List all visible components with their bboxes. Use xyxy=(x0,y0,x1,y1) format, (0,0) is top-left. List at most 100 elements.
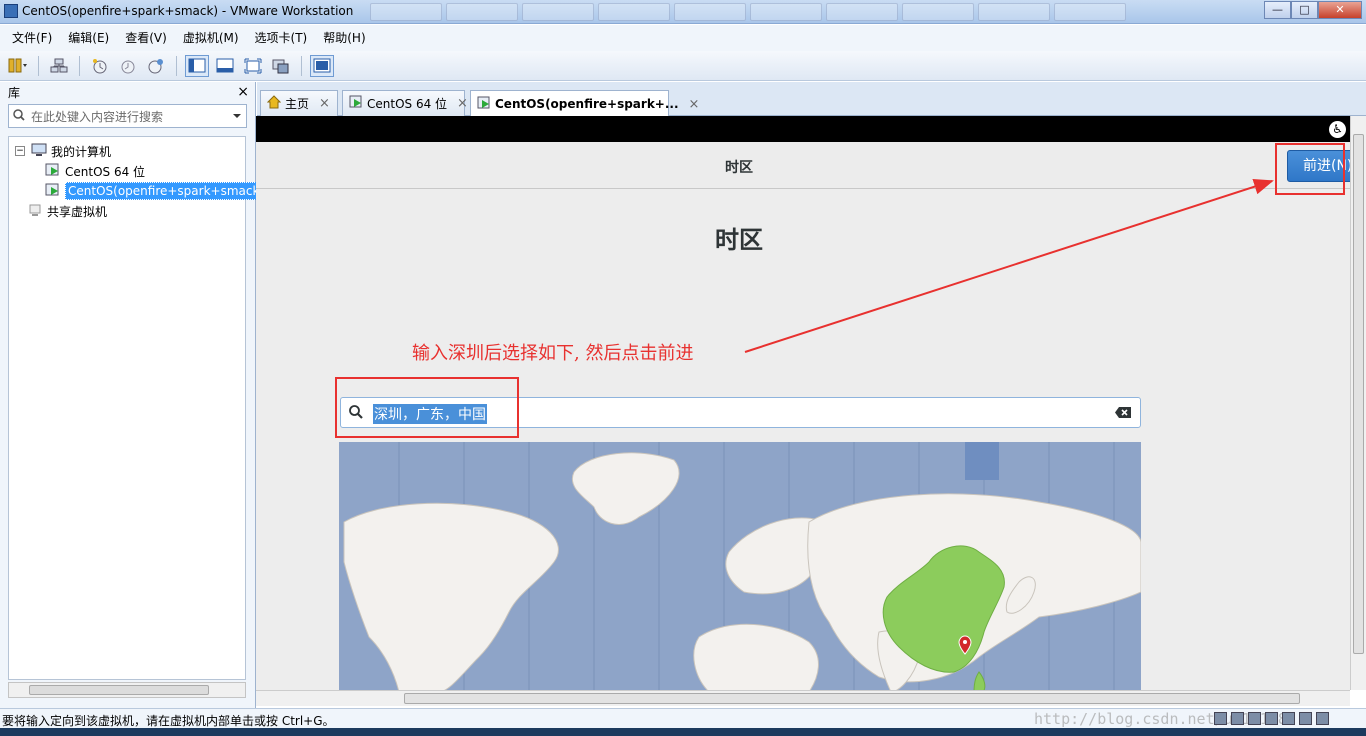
annotation-text: 输入深圳后选择如下, 然后点击前进 xyxy=(412,343,694,364)
scrollbar-thumb[interactable] xyxy=(1353,134,1364,654)
gnome-top-bar: ♿ xyxy=(256,116,1350,142)
tree-item-label: CentOS 64 位 xyxy=(65,164,146,179)
ghost-tab xyxy=(370,3,442,21)
menu-edit[interactable]: 编辑(E) xyxy=(60,25,117,51)
library-search-input[interactable]: 在此处键入内容进行搜索 xyxy=(8,104,247,128)
tree-item-label: 我的计算机 xyxy=(51,144,112,159)
network-icon[interactable] xyxy=(1248,712,1261,725)
status-message: 要将输入定向到该虚拟机，请在虚拟机内部单击或按 Ctrl+G。 xyxy=(2,714,335,728)
ghost-tab xyxy=(826,3,898,21)
tree-item-shared-vms[interactable]: 共享虚拟机 xyxy=(9,201,245,221)
ghost-tab xyxy=(978,3,1050,21)
close-library-icon[interactable]: × xyxy=(237,84,249,100)
close-tab-icon[interactable]: × xyxy=(457,96,468,111)
hard-disk-icon[interactable] xyxy=(1214,712,1227,725)
window-title: CentOS(openfire+spark+smack) - VMware Wo… xyxy=(22,4,354,18)
ghost-tab xyxy=(902,3,974,21)
menu-vm[interactable]: 虚拟机(M) xyxy=(175,25,247,51)
show-library-icon[interactable] xyxy=(185,54,209,77)
status-bar: 要将输入定向到该虚拟机，请在虚拟机内部单击或按 Ctrl+G。 http://b… xyxy=(0,708,1366,728)
ghost-tab xyxy=(522,3,594,21)
revert-snapshot-icon[interactable] xyxy=(116,55,140,77)
ghost-tab xyxy=(446,3,518,21)
tree-item-label: CentOS(openfire+spark+smack) xyxy=(65,182,268,200)
scrollbar-thumb[interactable] xyxy=(29,685,209,695)
tab-home[interactable]: 主页 × xyxy=(260,90,338,116)
accessibility-icon[interactable]: ♿ xyxy=(1329,121,1346,138)
send-ctrl-alt-del-icon[interactable] xyxy=(47,55,71,77)
usb-icon[interactable] xyxy=(1265,712,1278,725)
collapse-icon[interactable]: − xyxy=(15,146,25,156)
menu-view[interactable]: 查看(V) xyxy=(117,25,175,51)
tab-bar: 主页 × CentOS 64 位 × CentOS(openfire+spark… xyxy=(257,82,1366,117)
vm-running-icon xyxy=(349,95,363,112)
shared-vm-icon xyxy=(27,203,43,220)
menu-help[interactable]: 帮助(H) xyxy=(315,25,373,51)
library-title: 库 xyxy=(8,85,21,100)
display-icon[interactable] xyxy=(1316,712,1329,725)
menu-bar: 文件(F) 编辑(E) 查看(V) 虚拟机(M) 选项卡(T) 帮助(H) xyxy=(0,25,1366,51)
library-horizontal-scrollbar[interactable] xyxy=(8,682,246,698)
taskbar-preview-strip xyxy=(370,3,1250,21)
computer-icon xyxy=(31,143,47,160)
cd-drive-icon[interactable] xyxy=(1231,712,1244,725)
menu-tabs[interactable]: 选项卡(T) xyxy=(247,25,316,51)
vm-running-icon xyxy=(45,163,61,180)
title-bar: CentOS(openfire+spark+smack) - VMware Wo… xyxy=(0,0,1366,24)
timezone-world-map[interactable] xyxy=(339,442,1141,690)
vm-horizontal-scrollbar[interactable] xyxy=(256,690,1350,706)
header-title: 时区 xyxy=(725,160,753,176)
menu-file[interactable]: 文件(F) xyxy=(4,25,60,51)
search-icon xyxy=(13,108,25,124)
tab-centos64[interactable]: CentOS 64 位 × xyxy=(342,90,468,116)
vm-console[interactable]: ♿ 时区 前进(N) 时区 输入深圳后选择如下, 然后点击前进 深圳，广东，中国 xyxy=(256,116,1350,690)
vm-running-icon xyxy=(477,96,491,113)
installer-header: 时区 前进(N) xyxy=(256,142,1350,189)
tree-item-vm-centos64[interactable]: CentOS 64 位 xyxy=(9,161,245,181)
close-button[interactable]: ✕ xyxy=(1318,1,1362,19)
toolbar-separator xyxy=(301,55,302,76)
toolbar-separator xyxy=(176,55,177,76)
scrollbar-thumb[interactable] xyxy=(404,693,1300,704)
ghost-tab xyxy=(598,3,670,21)
library-search-placeholder: 在此处键入内容进行搜索 xyxy=(31,109,164,124)
home-icon xyxy=(266,95,282,112)
minimize-button[interactable]: — xyxy=(1264,1,1291,19)
tab-label: 主页 xyxy=(285,97,310,111)
tree-item-vm-centos-openfire[interactable]: CentOS(openfire+spark+smack) xyxy=(9,181,268,201)
thumbnail-bar-icon[interactable] xyxy=(213,55,237,77)
console-view-icon[interactable] xyxy=(310,54,334,77)
pause-icon[interactable] xyxy=(6,55,30,77)
toolbar xyxy=(0,51,1366,81)
printer-icon[interactable] xyxy=(1299,712,1312,725)
forward-highlight-box xyxy=(1275,143,1345,195)
os-taskbar xyxy=(0,728,1366,736)
device-icons xyxy=(1214,712,1329,725)
tab-centos-openfire[interactable]: CentOS(openfire+spark+... × xyxy=(470,90,699,117)
sound-icon[interactable] xyxy=(1282,712,1295,725)
tab-label: CentOS(openfire+spark+... xyxy=(495,97,679,111)
toolbar-separator xyxy=(79,55,80,76)
tree-item-label: 共享虚拟机 xyxy=(47,204,108,219)
full-screen-icon[interactable] xyxy=(241,55,265,77)
snapshot-manager-icon[interactable] xyxy=(144,55,168,77)
unity-icon[interactable] xyxy=(269,55,293,77)
tab-label: CentOS 64 位 xyxy=(367,97,448,111)
ghost-tab xyxy=(674,3,746,21)
vm-running-icon xyxy=(45,183,61,200)
close-tab-icon[interactable]: × xyxy=(319,96,330,111)
chevron-down-icon[interactable] xyxy=(232,109,242,123)
close-tab-icon[interactable]: × xyxy=(689,97,700,112)
snapshot-icon[interactable] xyxy=(88,55,112,77)
maximize-button[interactable]: □ xyxy=(1291,1,1318,19)
tree-item-my-computer[interactable]: − 我的计算机 xyxy=(9,141,245,161)
vm-vertical-scrollbar[interactable] xyxy=(1350,116,1366,690)
toolbar-separator xyxy=(38,55,39,76)
vmware-app-icon xyxy=(4,4,18,18)
world-map-graphic xyxy=(343,442,1141,690)
window-controls: — □ ✕ xyxy=(1264,1,1362,19)
clear-input-icon[interactable] xyxy=(1114,406,1132,422)
ghost-tab xyxy=(1054,3,1126,21)
library-tree: − 我的计算机 CentOS 64 位 CentOS(openfire+spar… xyxy=(8,136,268,680)
page-title: 时区 xyxy=(715,226,763,254)
